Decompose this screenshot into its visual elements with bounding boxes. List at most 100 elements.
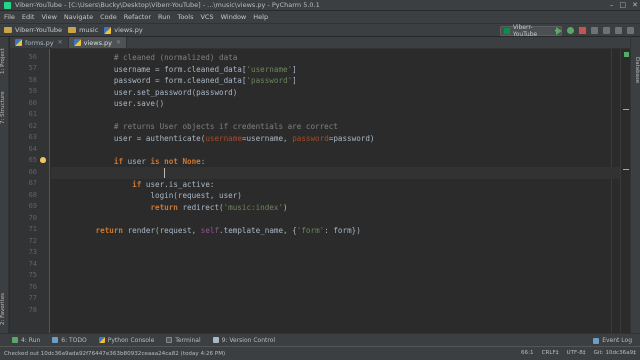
line-number: 70 (28, 213, 37, 222)
editor-scrollbar[interactable] (620, 49, 630, 333)
run-configuration-select[interactable]: Viberr-YouTube ▾ (500, 24, 562, 38)
close-icon[interactable]: ✕ (58, 39, 63, 46)
event-log-button[interactable]: Event Log (593, 337, 632, 344)
line-number: 58 (28, 75, 37, 84)
database-tool-tab[interactable]: Database (631, 51, 640, 89)
menu-view[interactable]: View (41, 13, 56, 21)
tool-label: 9: Version Control (221, 336, 276, 344)
cursor-position[interactable]: 66:1 (521, 350, 534, 356)
breadcrumb-music[interactable]: music (68, 26, 98, 34)
pycharm-icon (4, 1, 11, 9)
lightbulb-icon[interactable] (40, 157, 46, 163)
maximize-button[interactable]: □ (620, 1, 627, 9)
menu-window[interactable]: Window (221, 13, 247, 21)
inspection-ok-icon[interactable] (624, 52, 629, 57)
menu-refactor[interactable]: Refactor (124, 13, 151, 21)
line-number: 72 (28, 236, 37, 245)
status-bar: Checked out 10dc36a9ada92f76447e363b8093… (0, 346, 640, 360)
version-control-button[interactable]: 9: Version Control (212, 336, 276, 344)
line-separator[interactable]: CRLF‡ (542, 350, 559, 356)
menu-file[interactable]: File (4, 13, 15, 21)
tab-forms-py[interactable]: forms.py ✕ (10, 37, 69, 48)
line-number: 78 (28, 305, 37, 314)
history-icon[interactable] (615, 27, 622, 34)
menu-navigate[interactable]: Navigate (64, 13, 93, 21)
close-icon[interactable]: ✕ (116, 39, 121, 46)
line-number: 69 (28, 202, 37, 210)
tab-label: forms.py (25, 38, 54, 47)
line-number: 75 (28, 271, 37, 279)
warning-marker[interactable] (623, 109, 629, 110)
line-number: 60 (28, 98, 37, 107)
terminal-button[interactable]: Terminal (166, 337, 201, 344)
line-number: 74 (28, 259, 37, 268)
python-console-button[interactable]: Python Console (98, 336, 155, 344)
editor-tabs: forms.py ✕ views.py ✕ (10, 37, 630, 49)
event-log-icon (593, 337, 600, 344)
run-config-label: Viberr-YouTube (512, 24, 538, 38)
favorites-tool-tab[interactable]: 2: Favorites (0, 287, 9, 331)
folder-icon (68, 27, 77, 33)
warning-marker[interactable] (623, 169, 629, 170)
pycharm-window: Viberr-YouTube - [C:\Users\Bucky\Desktop… (0, 0, 640, 360)
left-tool-strip: 1: Project 7: Structure 2: Favorites (0, 37, 9, 333)
tool-label: Event Log (602, 337, 632, 344)
line-number: 65 (28, 156, 37, 164)
stop-icon[interactable] (579, 27, 586, 34)
menu-tools[interactable]: Tools (177, 13, 193, 21)
line-number: 62 (28, 121, 37, 130)
menu-vcs[interactable]: VCS (200, 13, 213, 21)
run-tool-button[interactable]: 4: Run (12, 337, 40, 344)
breadcrumb-label: views.py (114, 26, 143, 34)
breadcrumb-label: music (79, 26, 99, 34)
line-number: 76 (28, 282, 37, 291)
status-message: Checked out 10dc36a9ada92f76447e363b8093… (4, 350, 226, 357)
toolbar (556, 27, 634, 35)
menu-help[interactable]: Help (253, 13, 268, 21)
run-icon[interactable] (556, 27, 562, 35)
text-caret (164, 168, 165, 178)
run-icon (12, 337, 18, 343)
line-number: 59 (28, 87, 37, 95)
breadcrumb-project[interactable]: Viberr-YouTube (4, 26, 62, 34)
file-encoding[interactable]: UTF-8‡ (567, 350, 586, 356)
breadcrumb-file[interactable]: views.py (104, 26, 143, 34)
window-title: Viberr-YouTube - [C:\Users\Bucky\Desktop… (15, 1, 320, 9)
debug-icon[interactable] (567, 27, 574, 34)
version-control-icon (212, 337, 219, 343)
tab-label: views.py (83, 38, 113, 47)
line-number: 73 (28, 248, 37, 256)
todo-icon (52, 337, 59, 343)
python-file-icon (104, 26, 112, 34)
minimize-button[interactable]: – (610, 1, 614, 9)
navigation-bar: Viberr-YouTube music views.py Viberr-You… (0, 23, 640, 38)
line-number: 56 (28, 52, 37, 61)
title-bar: Viberr-YouTube - [C:\Users\Bucky\Desktop… (0, 0, 640, 11)
search-icon[interactable] (627, 27, 634, 34)
tab-views-py[interactable]: views.py ✕ (68, 37, 128, 48)
structure-tool-tab[interactable]: 7: Structure (0, 85, 9, 131)
close-button[interactable]: ✕ (632, 1, 638, 9)
breadcrumb-label: Viberr-YouTube (15, 26, 63, 34)
line-number: 68 (28, 190, 37, 199)
line-number: 63 (28, 133, 37, 141)
menu-edit[interactable]: Edit (22, 13, 35, 21)
todo-tool-button[interactable]: 6: TODO (52, 337, 87, 344)
vcs-commit-icon[interactable] (603, 27, 610, 34)
menu-code[interactable]: Code (100, 13, 117, 21)
folder-icon (4, 27, 12, 33)
django-icon (504, 28, 510, 34)
line-number: 64 (28, 144, 37, 153)
tool-label: Python Console (107, 336, 155, 344)
code-text[interactable]: # cleaned (normalized) data username = f… (59, 52, 375, 236)
vcs-update-icon[interactable] (591, 27, 598, 34)
line-number: 66 (28, 167, 37, 176)
tool-label: 4: Run (21, 336, 41, 344)
code-editor[interactable]: # cleaned (normalized) data username = f… (51, 49, 620, 333)
git-branch[interactable]: Git: 10dc36a9‡ (594, 350, 636, 356)
project-tool-tab[interactable]: 1: Project (0, 41, 9, 81)
menu-run[interactable]: Run (158, 13, 170, 21)
line-number: 57 (28, 64, 37, 72)
terminal-icon (166, 337, 173, 343)
menu-bar: File Edit View Navigate Code Refactor Ru… (0, 11, 640, 23)
